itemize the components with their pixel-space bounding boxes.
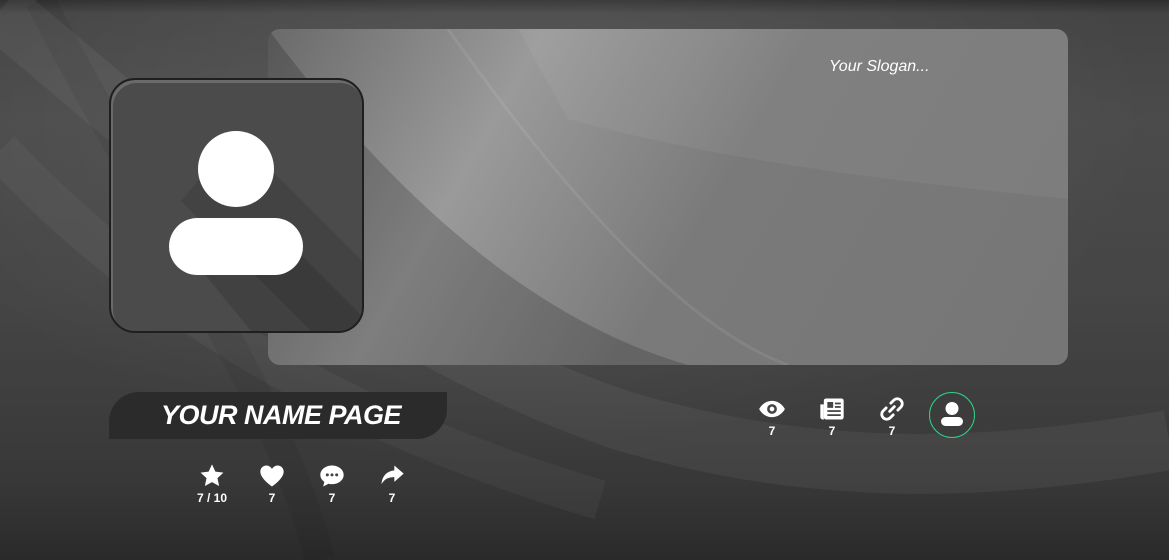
shares-count: 7	[388, 491, 396, 505]
posts-count: 7	[828, 424, 836, 438]
links-count: 7	[888, 424, 896, 438]
rating-value: 7 / 10	[196, 491, 228, 505]
share-icon	[381, 465, 404, 485]
name-banner: YOUR NAME PAGE	[109, 392, 447, 439]
link-icon	[880, 397, 904, 421]
user-icon	[941, 402, 963, 426]
avatar-placeholder-icon	[169, 131, 362, 331]
posts-stat[interactable]: 7	[802, 395, 862, 438]
avatar[interactable]	[109, 78, 364, 333]
cover-banner[interactable]	[268, 29, 1068, 365]
comment-icon	[320, 465, 344, 487]
slogan-text: Your Slogan...	[829, 58, 930, 75]
likes-stat[interactable]: 7	[242, 462, 302, 505]
star-icon	[200, 464, 224, 487]
eye-icon	[759, 400, 785, 418]
links-stat[interactable]: 7	[862, 395, 922, 438]
profile-button[interactable]	[929, 392, 975, 438]
views-stat[interactable]: 7	[742, 395, 802, 438]
newspaper-icon	[820, 398, 844, 420]
comments-stat[interactable]: 7	[302, 462, 362, 505]
rating-stat[interactable]: 7 / 10	[182, 462, 242, 505]
views-count: 7	[768, 424, 776, 438]
comments-count: 7	[328, 491, 336, 505]
shares-stat[interactable]: 7	[362, 462, 422, 505]
heart-icon	[260, 465, 284, 487]
likes-count: 7	[268, 491, 276, 505]
page-title: YOUR NAME PAGE	[160, 400, 402, 430]
